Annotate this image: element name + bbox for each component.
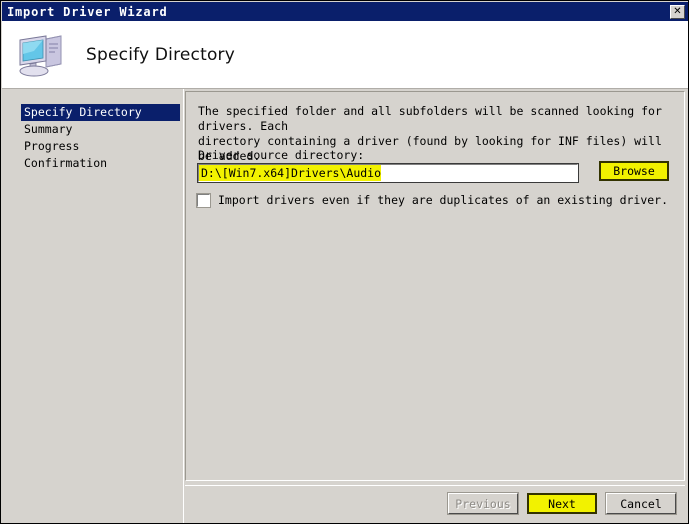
sidebar-item-summary[interactable]: Summary bbox=[21, 121, 180, 138]
sidebar-item-progress[interactable]: Progress bbox=[21, 138, 180, 155]
import-driver-wizard-window: Import Driver Wizard ✕ Specify Directory… bbox=[0, 0, 689, 524]
sidebar-item-specify-directory[interactable]: Specify Directory bbox=[21, 104, 180, 121]
import-duplicates-row[interactable]: Import drivers even if they are duplicat… bbox=[196, 193, 669, 208]
cancel-button[interactable]: Cancel bbox=[605, 492, 677, 515]
import-duplicates-checkbox[interactable] bbox=[196, 193, 211, 208]
close-icon[interactable]: ✕ bbox=[670, 4, 685, 19]
page-title: Specify Directory bbox=[86, 44, 236, 65]
computer-icon bbox=[16, 31, 68, 79]
driver-source-directory-label: Driver source directory: bbox=[198, 148, 365, 162]
content-panel: The specified folder and all subfolders … bbox=[185, 91, 685, 481]
next-button[interactable]: Next bbox=[527, 493, 597, 514]
sidebar-item-confirmation[interactable]: Confirmation bbox=[21, 155, 180, 172]
wizard-step-sidebar: Specify Directory Summary Progress Confi… bbox=[2, 89, 184, 523]
step-list: Specify Directory Summary Progress Confi… bbox=[21, 104, 180, 172]
wizard-header: Specify Directory bbox=[2, 21, 688, 89]
wizard-button-bar: Previous Next Cancel bbox=[185, 485, 685, 521]
title-bar: Import Driver Wizard ✕ bbox=[2, 2, 688, 21]
window-title: Import Driver Wizard bbox=[7, 4, 168, 19]
import-duplicates-label: Import drivers even if they are duplicat… bbox=[218, 193, 669, 207]
browse-button[interactable]: Browse bbox=[599, 161, 669, 181]
previous-button: Previous bbox=[447, 492, 519, 515]
wizard-body: Specify Directory Summary Progress Confi… bbox=[2, 89, 688, 523]
driver-source-directory-input[interactable]: D:\[Win7.x64]Drivers\Audio bbox=[197, 163, 579, 183]
driver-source-directory-value: D:\[Win7.x64]Drivers\Audio bbox=[199, 165, 382, 181]
